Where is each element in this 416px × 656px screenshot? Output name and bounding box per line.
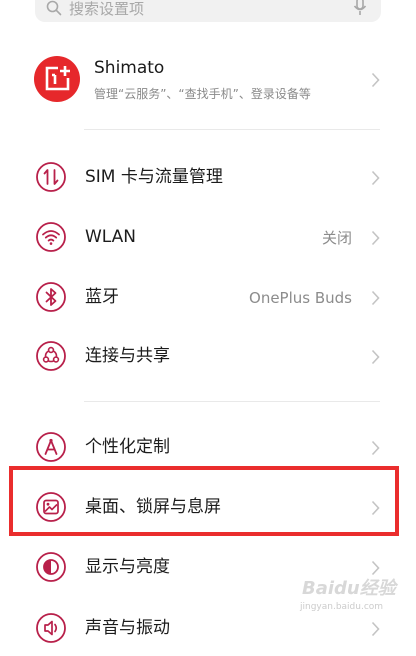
account-subtitle: 管理“云服务”、“查找手机”、登录设备等 [94, 87, 311, 101]
chevron-right-icon [371, 560, 380, 580]
chevron-right-icon [371, 349, 380, 369]
section-divider [84, 129, 380, 130]
settings-item-wlan[interactable]: WLAN 关闭 [0, 209, 416, 265]
display-icon [35, 551, 67, 583]
settings-item-bluetooth[interactable]: 蓝牙 OnePlus Buds [0, 269, 416, 325]
mic-icon[interactable] [353, 0, 367, 21]
sound-icon [35, 612, 67, 644]
share-icon [35, 340, 67, 372]
chevron-right-icon [371, 230, 380, 250]
settings-item-sim[interactable]: SIM 卡与流量管理 [0, 149, 416, 205]
sim-icon [35, 161, 67, 193]
chevron-right-icon [371, 500, 380, 520]
wallpaper-icon [35, 491, 67, 523]
settings-item-connection-sharing[interactable]: 连接与共享 [0, 328, 416, 384]
personalize-icon [35, 431, 67, 463]
settings-item-label: 显示与亮度 [85, 557, 170, 577]
chevron-right-icon [371, 621, 380, 641]
wifi-icon [35, 221, 67, 253]
settings-item-label: 连接与共享 [85, 346, 170, 366]
settings-item-label: 桌面、锁屏与息屏 [85, 497, 221, 517]
settings-item-label: WLAN [85, 227, 137, 247]
account-name: Shimato [94, 58, 165, 78]
bluetooth-icon [35, 281, 67, 313]
settings-item-personalization[interactable]: 个性化定制 [0, 419, 416, 475]
chevron-right-icon [371, 290, 380, 310]
search-placeholder: 搜索设置项 [69, 0, 145, 18]
settings-item-label: 蓝牙 [85, 287, 119, 307]
settings-item-display-brightness[interactable]: 显示与亮度 [0, 539, 416, 595]
search-icon [46, 0, 62, 20]
chevron-right-icon [371, 72, 380, 92]
section-divider [84, 401, 380, 402]
search-bar[interactable]: 搜索设置项 [35, 0, 381, 22]
settings-item-value: 关闭 [321, 229, 352, 247]
settings-item-home-lock-screen[interactable]: 桌面、锁屏与息屏 [0, 479, 416, 535]
oneplus-logo-avatar [34, 56, 80, 102]
account-row[interactable]: Shimato 管理“云服务”、“查找手机”、登录设备等 [0, 50, 416, 120]
chevron-right-icon [371, 440, 380, 460]
settings-item-label: SIM 卡与流量管理 [85, 167, 223, 187]
chevron-right-icon [371, 170, 380, 190]
settings-item-sound-vibration[interactable]: 声音与振动 [0, 600, 416, 656]
settings-item-label: 声音与振动 [85, 618, 170, 638]
settings-item-value: OnePlus Buds [249, 289, 352, 307]
settings-item-label: 个性化定制 [85, 437, 170, 457]
